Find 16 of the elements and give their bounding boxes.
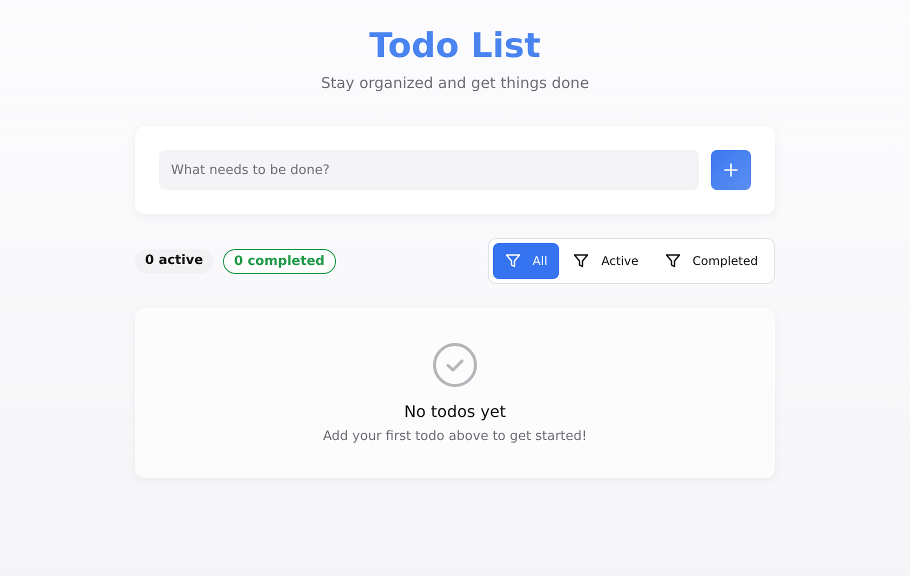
filter-tab[interactable]: All: [492, 243, 560, 279]
count-badge: 0 completed: [223, 248, 336, 274]
empty-message: Add your first todo above to get started!: [323, 429, 587, 444]
plus-icon: [724, 163, 738, 177]
funnel-icon: [573, 253, 590, 269]
empty-title: No todos yet: [404, 402, 506, 421]
filter-tab[interactable]: Active: [561, 243, 651, 279]
funnel-icon: [664, 253, 681, 269]
todo-input-field[interactable]: What needs to be done?: [159, 150, 699, 190]
funnel-icon: [504, 253, 521, 269]
add-button[interactable]: [711, 150, 751, 190]
count-badge: 0 active: [135, 248, 214, 274]
app-title: Todo List: [369, 25, 541, 68]
app-subtitle: Stay organized and get things done: [320, 74, 590, 92]
check-circle-icon: [432, 342, 478, 388]
filter-tab[interactable]: Completed: [652, 243, 770, 279]
